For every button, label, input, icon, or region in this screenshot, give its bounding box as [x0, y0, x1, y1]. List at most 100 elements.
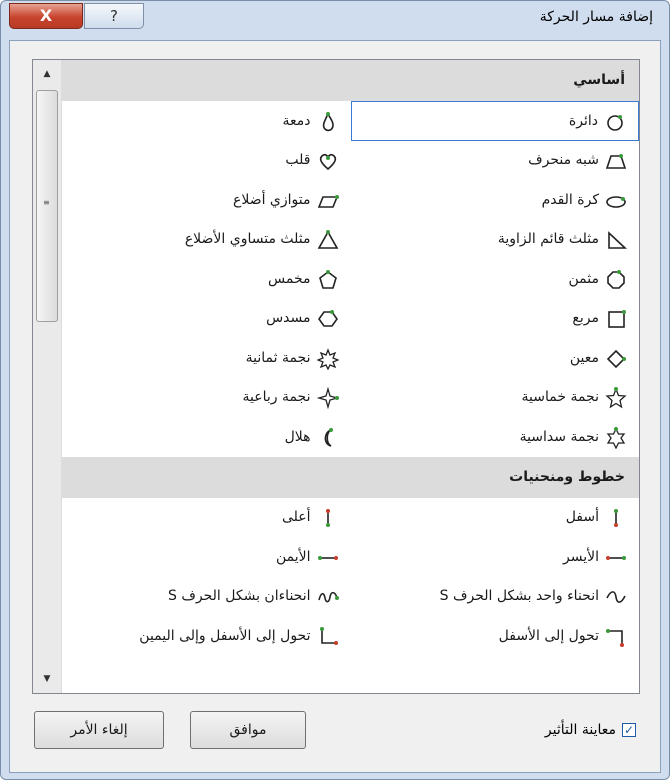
motion-path-item-label: كرة القدم: [541, 191, 599, 208]
line-left-icon: [605, 546, 627, 568]
group-grid: دائرة دمعة شبه منحرف قلب كرة القدم متوازي أضل…: [62, 101, 639, 457]
square-icon: [605, 307, 627, 329]
motion-path-item-label: هلال: [284, 428, 311, 445]
motion-path-item-label: مربع: [572, 310, 599, 327]
motion-path-item-label: شبه منحرف: [528, 152, 599, 169]
motion-path-list[interactable]: أساسي دائرة دمعة شبه منحرف قلب كرة القدم متواز…: [32, 59, 640, 694]
motion-path-item-label: نجمة رباعية: [242, 389, 311, 406]
motion-path-item-label: نجمة سداسية: [519, 428, 599, 445]
motion-path-item-label: أسفل: [565, 509, 599, 526]
motion-path-item[interactable]: كرة القدم: [351, 180, 640, 220]
turn-down-right-icon: [317, 625, 339, 647]
motion-path-item-label: انحناء واحد بشكل الحرف S: [439, 588, 599, 605]
cancel-button[interactable]: إلغاء الأمر: [34, 711, 164, 749]
scroll-down-arrow-icon[interactable]: ▼: [33, 665, 61, 693]
add-motion-path-dialog: X ? إضافة مسار الحركة أساسي دائرة دمعة شبه …: [0, 0, 670, 780]
octagon-icon: [605, 268, 627, 290]
title-bar: X ? إضافة مسار الحركة: [1, 1, 669, 41]
line-right-icon: [317, 546, 339, 568]
motion-path-item[interactable]: معين: [351, 338, 640, 378]
motion-path-item[interactable]: مسدس: [62, 299, 351, 339]
heart-icon: [317, 149, 339, 171]
motion-path-item-label: الأيمن: [275, 548, 311, 565]
scroll-up-arrow-icon[interactable]: ▲: [33, 60, 61, 88]
motion-path-item-label: انحناءان بشكل الحرف S: [168, 588, 311, 605]
right-triangle-icon: [605, 228, 628, 250]
motion-path-item[interactable]: نجمة رباعية: [62, 378, 351, 418]
motion-path-item[interactable]: دمعة: [62, 101, 351, 141]
motion-path-item-label: دمعة: [282, 112, 311, 129]
motion-path-item[interactable]: انحناء واحد بشكل الحرف S: [351, 577, 640, 617]
dialog-title: إضافة مسار الحركة: [539, 9, 653, 25]
motion-path-item-label: قلب: [285, 152, 311, 169]
motion-path-item[interactable]: نجمة سداسية: [351, 417, 640, 457]
close-button[interactable]: X: [9, 3, 83, 29]
six-point-star-icon: [605, 426, 627, 450]
motion-path-item[interactable]: مخمس: [62, 259, 351, 299]
motion-path-items: أساسي دائرة دمعة شبه منحرف قلب كرة القدم متواز…: [62, 60, 639, 693]
motion-path-item-label: نجمة ثمانية: [245, 349, 311, 366]
vertical-scrollbar[interactable]: ▲ ≡ ▼: [33, 60, 62, 693]
motion-path-item-label: معين: [569, 349, 599, 366]
motion-path-item[interactable]: أسفل: [351, 498, 640, 538]
motion-path-item[interactable]: أعلى: [62, 498, 351, 538]
motion-path-item-label: مخمس: [268, 270, 311, 287]
motion-path-item[interactable]: نجمة ثمانية: [62, 338, 351, 378]
motion-path-item-label: نجمة خماسية: [521, 389, 599, 406]
grip-icon: ≡: [43, 198, 50, 207]
pentagon-icon: [317, 268, 339, 290]
preview-effect-label: معاينة التأثير: [544, 722, 616, 738]
eight-point-star-icon: [315, 347, 340, 371]
circle-icon: [604, 110, 626, 132]
motion-path-item[interactable]: مثلث قائم الزاوية: [351, 220, 640, 260]
motion-path-item[interactable]: شبه منحرف: [351, 141, 640, 181]
motion-path-item-label: متوازي أضلاع: [233, 191, 311, 208]
line-down-icon: [605, 506, 627, 528]
motion-path-item[interactable]: نجمة خماسية: [351, 378, 640, 418]
preview-effect-checkbox[interactable]: ✓ معاينة التأثير: [545, 722, 636, 738]
motion-path-item[interactable]: الأيمن: [62, 537, 351, 577]
motion-path-item[interactable]: دائرة: [350, 101, 639, 141]
motion-path-item[interactable]: مثمن: [351, 259, 640, 299]
hexagon-icon: [317, 307, 339, 329]
motion-path-item-label: أعلى: [281, 509, 311, 526]
teardrop-icon: [317, 110, 339, 132]
motion-path-item-label: مثلث قائم الزاوية: [497, 231, 599, 248]
motion-path-item[interactable]: مربع: [351, 299, 640, 339]
scroll-thumb[interactable]: ≡: [36, 90, 58, 322]
diamond-icon: [605, 347, 627, 369]
motion-path-item-label: دائرة: [568, 112, 598, 129]
motion-path-item[interactable]: تحول إلى الأسفل وإلى اليمين: [62, 616, 351, 656]
trapezoid-icon: [605, 149, 627, 171]
motion-path-item-label: مثمن: [568, 270, 599, 287]
motion-path-item[interactable]: تحول إلى الأسفل: [351, 616, 640, 656]
s-curve-2-icon: [317, 585, 339, 607]
equilateral-triangle-icon: [317, 228, 339, 250]
five-point-star-icon: [605, 386, 627, 409]
parallelogram-icon: [317, 189, 339, 211]
s-curve-1-icon: [605, 585, 627, 607]
four-point-star-icon: [316, 386, 339, 410]
motion-path-item[interactable]: هلال: [62, 417, 351, 457]
dialog-body: أساسي دائرة دمعة شبه منحرف قلب كرة القدم متواز…: [9, 40, 661, 773]
line-up-icon: [317, 506, 339, 528]
football-icon: [605, 189, 627, 211]
motion-path-item-label: الأيسر: [563, 548, 599, 565]
group-header: خطوط ومنحنيات: [62, 456, 639, 498]
group-grid: أسفل أعلى الأيسر الأيمن انحناء واحد بشكل الح…: [62, 498, 639, 656]
ok-button[interactable]: موافق: [190, 711, 306, 749]
motion-path-item-label: تحول إلى الأسفل وإلى اليمين: [139, 627, 311, 644]
turn-down-icon: [605, 625, 627, 647]
motion-path-item[interactable]: الأيسر: [351, 537, 640, 577]
crescent-icon: [317, 426, 339, 448]
group-header: أساسي: [62, 60, 639, 101]
motion-path-item[interactable]: مثلث متساوي الأضلاع: [62, 220, 351, 260]
motion-path-item-label: مثلث متساوي الأضلاع: [184, 231, 311, 248]
motion-path-item[interactable]: متوازي أضلاع: [62, 180, 351, 220]
help-button[interactable]: ?: [84, 3, 144, 29]
motion-path-item-label: تحول إلى الأسفل: [498, 627, 599, 644]
motion-path-item-label: مسدس: [266, 310, 311, 327]
checkbox-box[interactable]: ✓: [622, 723, 636, 737]
motion-path-item[interactable]: قلب: [62, 141, 351, 181]
motion-path-item[interactable]: انحناءان بشكل الحرف S: [62, 577, 351, 617]
